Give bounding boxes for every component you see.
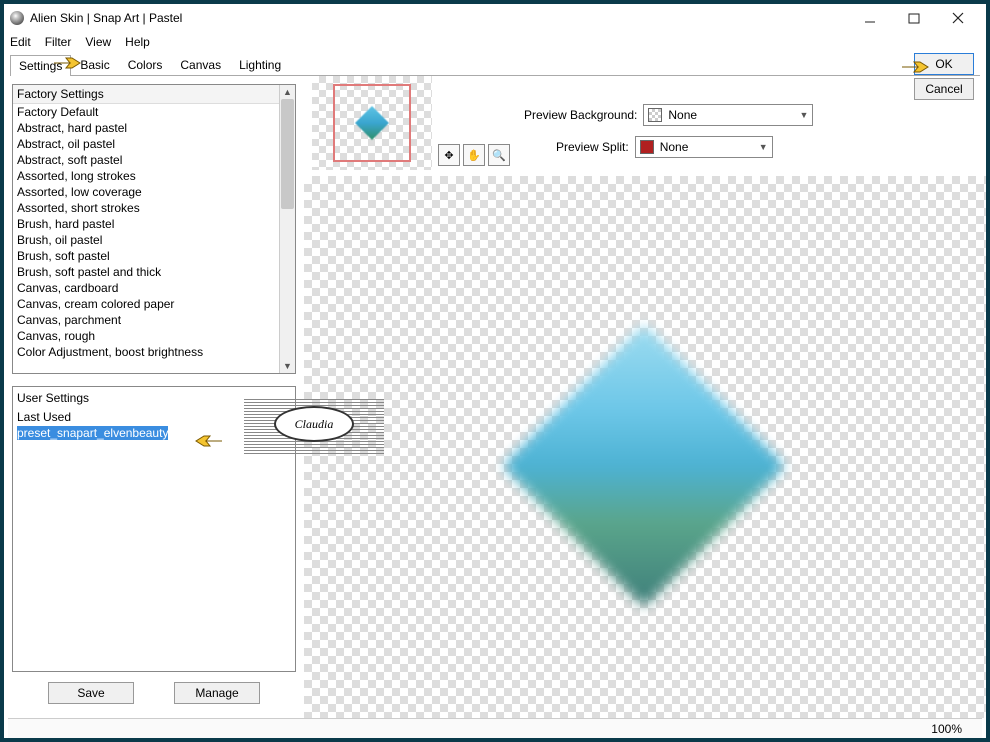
menubar: Edit Filter View Help [4, 32, 986, 52]
preview-split-value: None [660, 140, 689, 154]
preview-split-dropdown[interactable]: None ▼ [635, 136, 773, 158]
user-settings-panel: User Settings Last Used preset_snapart_e… [12, 386, 296, 672]
maximize-button[interactable] [892, 5, 936, 31]
tool-row: ✥ ✋ 🔍 [438, 144, 510, 166]
factory-item[interactable]: Abstract, hard pastel [13, 120, 295, 136]
factory-settings-list[interactable]: Factory Settings Factory DefaultAbstract… [12, 84, 296, 374]
factory-item[interactable]: Assorted, short strokes [13, 200, 295, 216]
factory-item[interactable]: Factory Default [13, 104, 295, 120]
chevron-down-icon: ▼ [759, 142, 768, 152]
preview-bg-dropdown[interactable]: None ▼ [643, 104, 813, 126]
menu-filter[interactable]: Filter [45, 35, 72, 49]
user-item-selected[interactable]: preset_snapart_elvenbeauty [17, 426, 168, 440]
factory-item[interactable]: Canvas, rough [13, 328, 295, 344]
factory-item[interactable]: Brush, oil pastel [13, 232, 295, 248]
tab-settings[interactable]: Settings [10, 55, 71, 76]
preview-canvas[interactable]: Claudia [304, 176, 986, 718]
factory-item[interactable]: Assorted, low coverage [13, 184, 295, 200]
preview-image [503, 325, 786, 608]
thumbnail-image [355, 106, 389, 140]
close-button[interactable] [936, 5, 980, 31]
app-icon [10, 11, 24, 25]
thumbnail-area[interactable] [312, 76, 432, 170]
factory-item[interactable]: Abstract, soft pastel [13, 152, 295, 168]
menu-view[interactable]: View [85, 35, 111, 49]
window-title: Alien Skin | Snap Art | Pastel [30, 11, 848, 25]
chevron-down-icon: ▼ [799, 110, 808, 120]
ok-button[interactable]: OK [914, 53, 974, 75]
factory-settings-header: Factory Settings [13, 85, 295, 104]
scroll-down-icon[interactable]: ▼ [280, 359, 295, 373]
titlebar: Alien Skin | Snap Art | Pastel [4, 4, 986, 32]
factory-item[interactable]: Abstract, oil pastel [13, 136, 295, 152]
tab-lighting[interactable]: Lighting [230, 54, 290, 75]
factory-item[interactable]: Canvas, parchment [13, 312, 295, 328]
preview-bg-row: Preview Background: None ▼ [524, 104, 813, 126]
thumbnail-selected[interactable] [333, 84, 411, 162]
statusbar: 100% [8, 718, 982, 738]
preview-split-swatch [640, 140, 654, 154]
right-panel: ✥ ✋ 🔍 Preview Background: None ▼ Preview… [304, 76, 986, 718]
save-button[interactable]: Save [48, 682, 134, 704]
factory-item[interactable]: Assorted, long strokes [13, 168, 295, 184]
manage-button[interactable]: Manage [174, 682, 260, 704]
preview-split-row: Preview Split: None ▼ [556, 136, 773, 158]
menu-edit[interactable]: Edit [10, 35, 31, 49]
move-tool-icon[interactable]: ✥ [438, 144, 460, 166]
factory-item[interactable]: Canvas, cardboard [13, 280, 295, 296]
factory-item[interactable]: Brush, soft pastel [13, 248, 295, 264]
factory-item[interactable]: Canvas, cream colored paper [13, 296, 295, 312]
preview-bg-value: None [668, 108, 697, 122]
preset-buttons-row: Save Manage [12, 672, 296, 710]
menu-help[interactable]: Help [125, 35, 150, 49]
tabbar: Settings Basic Colors Canvas Lighting OK… [10, 54, 980, 76]
hand-tool-icon[interactable]: ✋ [463, 144, 485, 166]
tab-canvas[interactable]: Canvas [171, 54, 230, 75]
zoom-level: 100% [931, 722, 982, 736]
tab-basic[interactable]: Basic [71, 54, 118, 75]
factory-scrollbar[interactable]: ▲ ▼ [279, 85, 295, 373]
left-panel: Factory Settings Factory DefaultAbstract… [4, 76, 304, 718]
scroll-thumb[interactable] [281, 99, 294, 209]
preview-bg-label: Preview Background: [524, 108, 637, 122]
preview-split-label: Preview Split: [556, 140, 629, 154]
user-item-last-used[interactable]: Last Used [13, 409, 295, 425]
factory-item[interactable]: Color Adjustment, boost brightness [13, 344, 295, 360]
minimize-button[interactable] [848, 5, 892, 31]
factory-item[interactable]: Brush, hard pastel [13, 216, 295, 232]
zoom-tool-icon[interactable]: 🔍 [488, 144, 510, 166]
scroll-up-icon[interactable]: ▲ [280, 85, 295, 99]
tab-colors[interactable]: Colors [119, 54, 172, 75]
user-settings-header: User Settings [13, 387, 295, 409]
preview-bg-swatch [648, 108, 662, 122]
factory-item[interactable]: Brush, soft pastel and thick [13, 264, 295, 280]
